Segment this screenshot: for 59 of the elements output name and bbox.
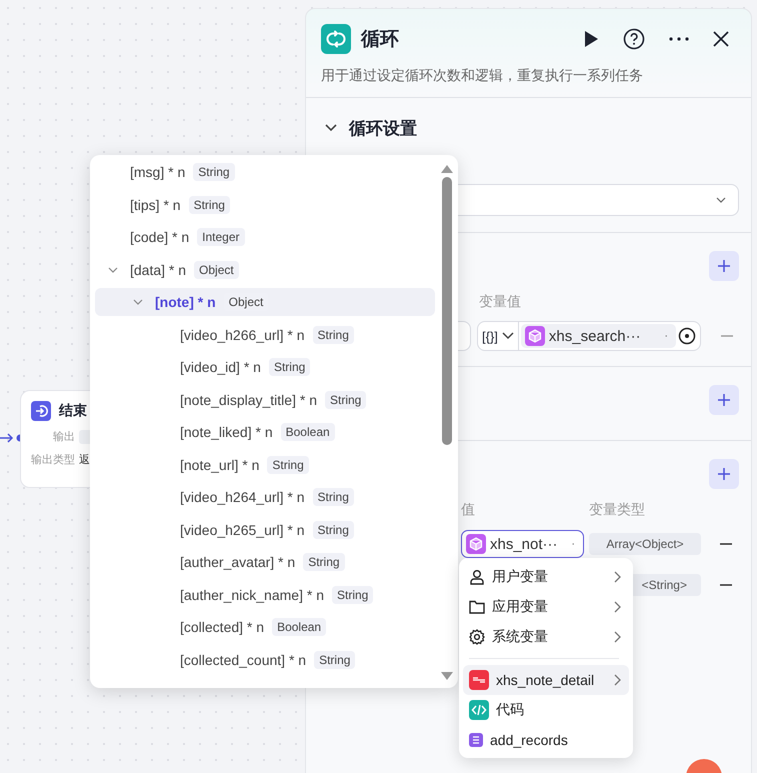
close-icon[interactable] xyxy=(713,31,729,47)
menu-item[interactable]: 系统变量 xyxy=(463,622,629,652)
column-label: 变量值 xyxy=(478,293,522,311)
tree-item[interactable]: [video_h266_url] * n String xyxy=(95,320,435,348)
add-button[interactable] xyxy=(709,251,739,281)
tree-item[interactable]: [collected_count] * n String xyxy=(95,646,435,674)
menu-item[interactable]: add_records xyxy=(463,725,629,755)
type-tag[interactable]: Array<Object> xyxy=(589,533,701,555)
tree-item[interactable]: [video_id] * n String xyxy=(95,353,435,381)
tree-item[interactable]: [code] * n Integer xyxy=(95,223,435,251)
panel-title: 循环 xyxy=(361,28,399,52)
variable-chip[interactable]: xhs_search··· · xyxy=(520,324,676,348)
menu-item[interactable]: xhs_note_detail xyxy=(463,665,629,695)
tree-item[interactable]: [auther_avatar] * n String xyxy=(95,548,435,576)
scrollbar-thumb[interactable] xyxy=(442,177,452,445)
output-label: 输出类型 xyxy=(31,453,75,467)
tree-item[interactable]: [msg] * n String xyxy=(95,158,435,186)
menu-item[interactable]: 代码 xyxy=(463,695,629,725)
plus-icon xyxy=(718,260,730,272)
user-icon xyxy=(469,569,485,585)
value-control[interactable]: [{}] xhs_search··· · xyxy=(477,321,701,351)
folder-icon xyxy=(469,600,485,614)
scroll-down-icon[interactable] xyxy=(440,672,452,680)
cube-icon xyxy=(466,534,486,554)
output-value: 返 xyxy=(79,453,90,467)
type-selector[interactable]: [{}] xyxy=(482,322,519,350)
more-icon[interactable] xyxy=(669,37,689,41)
chevron-icon[interactable] xyxy=(325,124,337,132)
tree-item[interactable]: [video_h264_url] * n String xyxy=(95,483,435,511)
section-title: 循环设置 xyxy=(349,118,417,140)
tree-item[interactable]: [auther_nick_name] * n String xyxy=(95,580,435,608)
node-title: 结束 xyxy=(59,402,87,420)
column-label: 变量类型 xyxy=(589,501,646,519)
scroll-up-icon[interactable] xyxy=(440,165,452,173)
output-label: 输出 xyxy=(52,430,75,444)
plus-icon xyxy=(718,468,730,480)
add-button[interactable] xyxy=(709,385,739,415)
panel-description: 用于通过设定循环次数和逻辑，重复执行一系列任务 xyxy=(321,66,644,85)
tree-item[interactable]: [tips] * n String xyxy=(95,190,435,218)
add-button[interactable] xyxy=(709,459,739,489)
cube-icon xyxy=(524,326,545,346)
target-icon[interactable] xyxy=(678,327,696,345)
tree-item[interactable]: [data] * n Object xyxy=(95,256,435,284)
chevron-icon xyxy=(716,197,726,203)
tree-item[interactable]: [video_h265_url] * n String xyxy=(95,516,435,544)
help-icon[interactable] xyxy=(623,28,645,50)
loop-icon xyxy=(321,24,351,54)
tree-item[interactable]: [note] * n Object xyxy=(95,288,435,316)
run-icon[interactable] xyxy=(583,30,599,48)
tree-item[interactable]: [note_liked] * n Boolean xyxy=(95,418,435,446)
chevron-icon xyxy=(502,332,514,340)
exit-icon xyxy=(31,401,51,421)
tree-item[interactable]: [collected] * n Boolean xyxy=(95,613,435,641)
plus-icon xyxy=(718,394,730,406)
tree-item[interactable]: [note_url] * n String xyxy=(95,450,435,478)
column-label: 值 xyxy=(461,501,476,519)
tree-item[interactable]: [note_display_title] * n String xyxy=(95,386,435,414)
variable-chip[interactable]: xhs_not··· · xyxy=(461,530,584,558)
settings-icon xyxy=(469,629,485,645)
